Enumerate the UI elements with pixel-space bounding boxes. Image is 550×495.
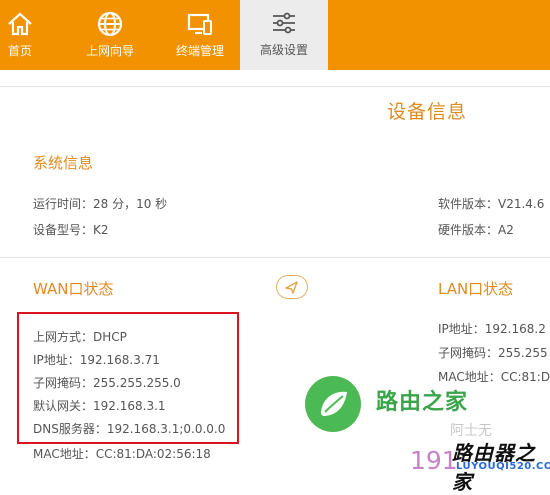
globe-icon [97,11,123,37]
send-icon [285,281,298,294]
wan-ip-address: IP地址：192.168.3.71 [33,353,160,367]
nav-advanced-settings[interactable]: 高级设置 [240,0,328,70]
sliders-icon [273,12,295,34]
top-nav-bar: 首页 上网向导 终端管理 高级设置 [0,0,550,70]
lan-ip-address: IP地址：192.168.2 [438,322,546,336]
nav-devices-label: 终端管理 [175,44,224,58]
lan-status-title: LAN口状态 [438,280,514,298]
lan-mac-address: MAC地址：CC:81:D [438,370,550,384]
page-title: 设备信息 [387,101,468,123]
nav-home-label: 首页 [7,44,32,58]
wan-dns-servers: DNS服务器：192.168.3.1;0.0.0.0 [33,422,226,436]
watermark-brand: 路由之家 [376,390,469,415]
wan-status-title: WAN口状态 [33,280,114,298]
nav-home[interactable]: 首页 [0,0,40,70]
divider [0,86,550,87]
system-info-title: 系统信息 [33,154,94,172]
software-version-text: 软件版本：V21.4.6 [438,197,545,211]
devices-icon [187,13,212,35]
divider [0,257,550,258]
leaf-icon [321,391,347,416]
wan-subnet-mask: 子网掩码：255.255.255.0 [33,376,181,390]
send-button[interactable] [276,275,308,299]
watermark-stamp-url: LUYOUQI520.COM [456,461,550,472]
nav-device-management[interactable]: 终端管理 [165,0,235,70]
lan-subnet-mask: 子网掩码：255.255 [438,346,548,360]
nav-internet-label: 上网向导 [85,44,134,58]
wan-default-gateway: 默认网关：192.168.3.1 [33,399,166,413]
uptime-text: 运行时间：28 分，10 秒 [33,197,168,211]
nav-internet-wizard[interactable]: 上网向导 [75,0,145,70]
watermark-url-fragment: 191 [410,446,458,475]
hardware-version-text: 硬件版本：A2 [438,223,514,237]
watermark-logo-icon [305,376,361,432]
wan-mac-address: MAC地址：CC:81:DA:02:56:18 [33,447,211,461]
nav-advanced-label: 高级设置 [259,43,308,57]
wan-connection-type: 上网方式：DHCP [33,330,127,344]
home-icon [8,12,32,36]
device-model-text: 设备型号：K2 [33,223,109,237]
